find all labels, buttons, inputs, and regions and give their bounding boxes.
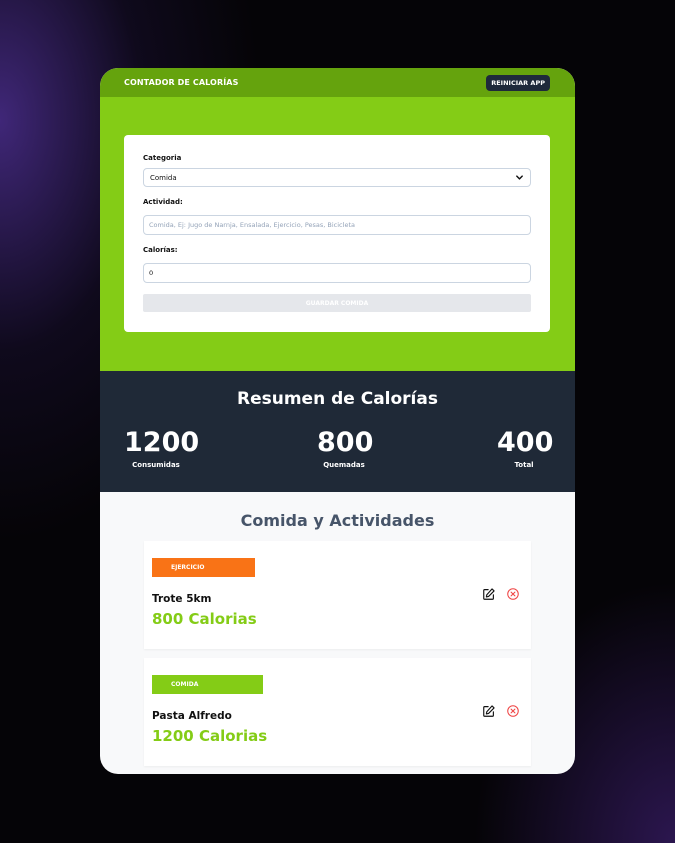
item-calories: 800 Calorias — [152, 610, 257, 628]
stat-burned-label: Quemadas — [323, 461, 365, 469]
top-bar: CONTADOR DE CALORÍAS REINICIAR APP — [100, 68, 575, 97]
category-badge: EJERCICIO — [152, 558, 255, 577]
list-title: Comida y Actividades — [240, 511, 435, 530]
category-selected-value: Comida — [150, 173, 177, 182]
form-section: Categoria Comida Actividad: Calorías: GU… — [100, 97, 575, 371]
calorie-summary: Resumen de Calorías 1200 Consumidas 800 … — [100, 371, 575, 492]
list-item: COMIDA Pasta Alfredo 1200 Calorias — [144, 658, 531, 766]
stat-consumed-label: Consumidas — [132, 461, 180, 469]
activity-label: Actividad: — [143, 198, 183, 206]
stat-burned: 800 Quemadas — [317, 427, 374, 470]
summary-title: Resumen de Calorías — [237, 389, 438, 409]
activity-input[interactable] — [143, 215, 531, 235]
app-title: CONTADOR DE CALORÍAS — [124, 78, 239, 87]
delete-icon[interactable] — [506, 704, 520, 718]
item-calories: 1200 Calorias — [152, 727, 268, 745]
category-select[interactable]: Comida — [143, 168, 531, 187]
edit-icon[interactable] — [482, 704, 496, 718]
category-label: Categoria — [143, 154, 182, 162]
item-name: Pasta Alfredo — [152, 710, 232, 722]
edit-icon[interactable] — [482, 587, 496, 601]
category-badge: COMIDA — [152, 675, 263, 694]
delete-icon[interactable] — [506, 587, 520, 601]
reset-app-button[interactable]: REINICIAR APP — [486, 74, 550, 91]
calories-label: Calorías: — [143, 246, 178, 254]
stat-total-value: 400 — [497, 427, 554, 458]
activity-list-section: Comida y Actividades EJERCICIO Trote 5km… — [100, 492, 575, 774]
save-food-button[interactable]: GUARDAR COMIDA — [143, 294, 531, 312]
chevron-down-icon — [516, 175, 523, 180]
entry-form: Categoria Comida Actividad: Calorías: GU… — [124, 135, 550, 332]
calories-input[interactable] — [143, 263, 531, 283]
stat-consumed: 1200 Consumidas — [124, 427, 200, 470]
app-window: CONTADOR DE CALORÍAS REINICIAR APP Categ… — [100, 68, 575, 774]
stat-total: 400 Total — [497, 427, 554, 470]
stat-consumed-value: 1200 — [124, 427, 200, 458]
list-item: EJERCICIO Trote 5km 800 Calorias — [144, 541, 531, 649]
stat-total-label: Total — [514, 461, 534, 469]
stat-burned-value: 800 — [317, 427, 374, 458]
item-name: Trote 5km — [152, 593, 212, 605]
